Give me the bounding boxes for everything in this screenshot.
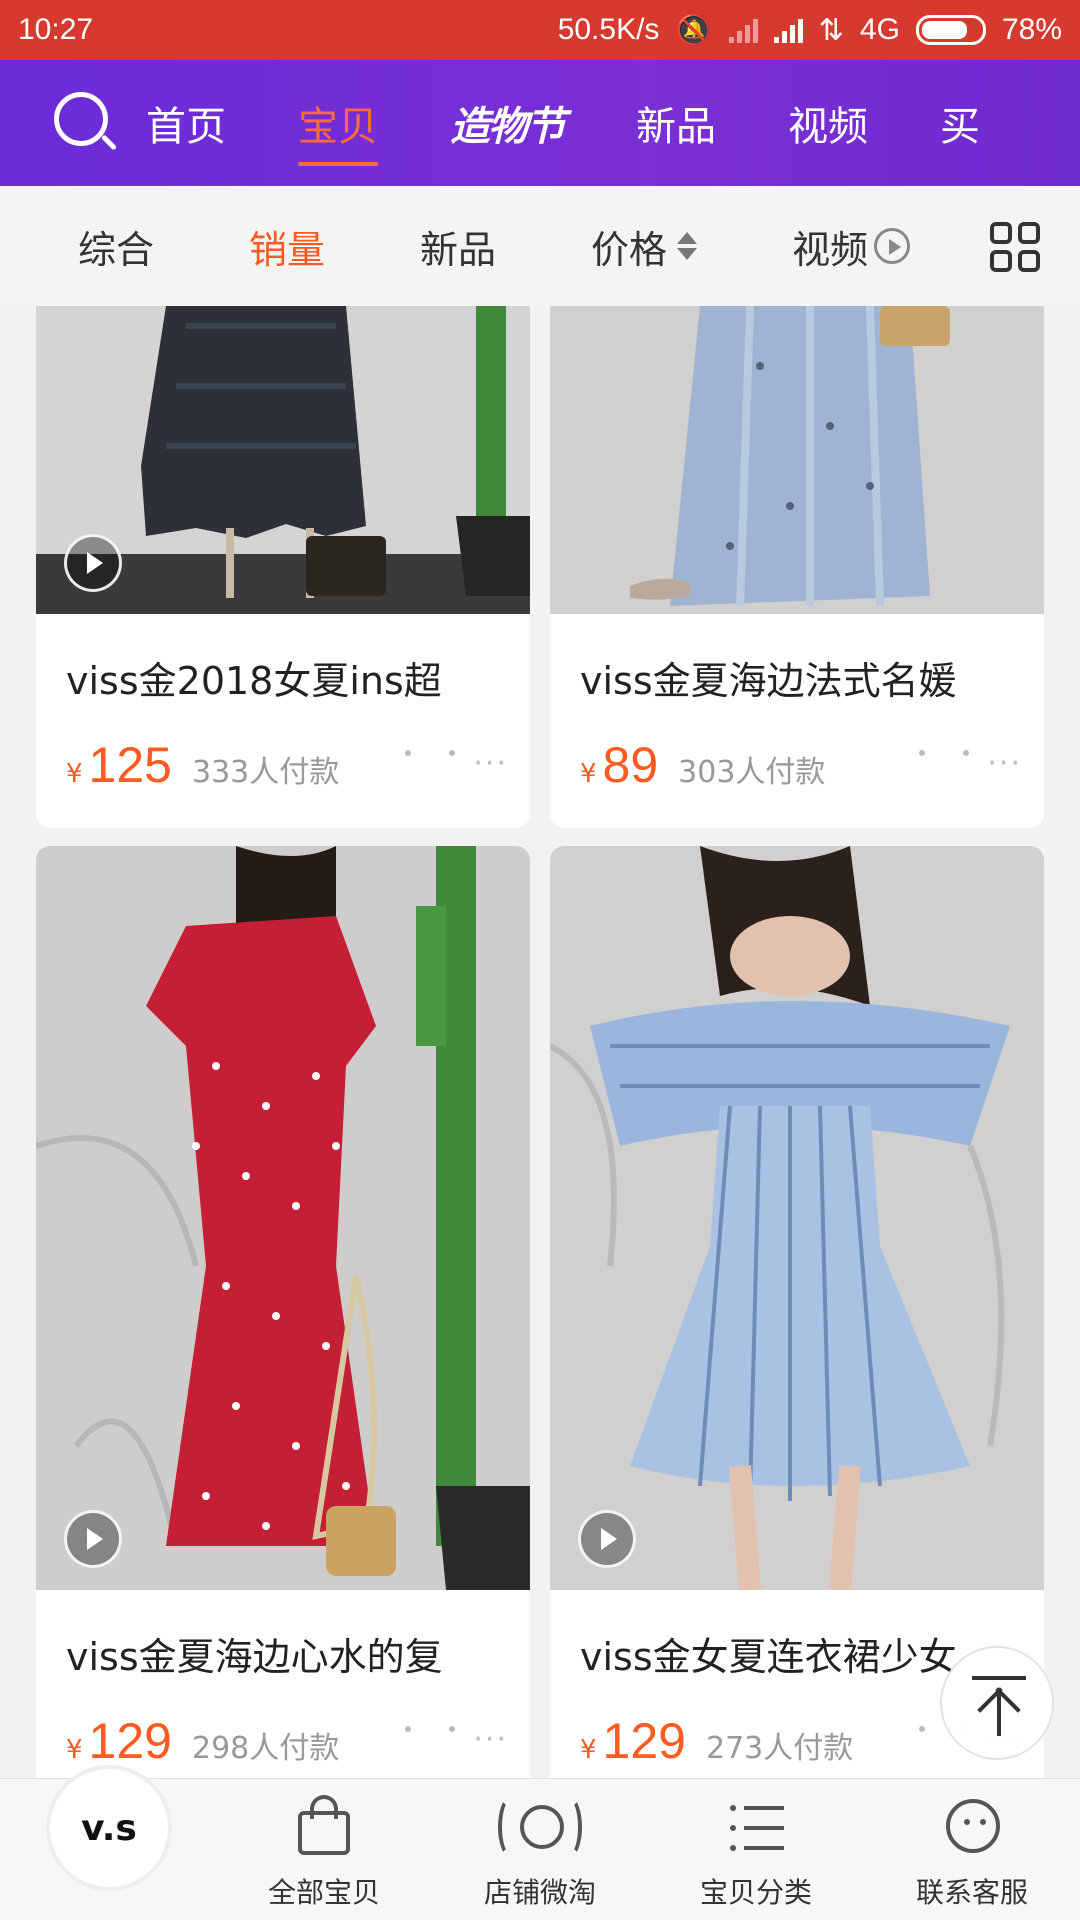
currency-symbol: ¥	[66, 759, 83, 789]
sort-bar: 综合 销量 新品 价格 视频	[0, 186, 1080, 306]
mute-bell-icon: 🔕	[675, 13, 713, 47]
sort-price[interactable]: 价格	[591, 219, 698, 274]
more-options-icon[interactable]: ···	[473, 1722, 508, 1757]
data-arrows-icon: ⇅	[818, 13, 844, 47]
nav-categories-label: 宝贝分类	[699, 1876, 812, 1909]
product-title: viss金夏海边法式名媛	[580, 659, 957, 703]
scroll-to-top-button[interactable]	[940, 1646, 1054, 1760]
sales-count: 298人付款	[191, 1731, 340, 1766]
product-image	[36, 846, 530, 1590]
sales-count: 273人付款	[705, 1731, 854, 1766]
more-options-icon[interactable]: ···	[473, 746, 508, 781]
product-image	[550, 306, 1044, 614]
more-options-icon[interactable]: ···	[987, 746, 1022, 781]
sales-count: 303人付款	[678, 755, 826, 790]
play-circle-icon	[874, 228, 911, 264]
status-time: 10:27	[18, 13, 94, 46]
video-badge-icon[interactable]	[578, 1510, 636, 1568]
tab-new[interactable]: 新品	[636, 94, 716, 152]
grid-view-icon[interactable]	[990, 222, 1040, 272]
product-title: viss金夏海边心水的复	[66, 1635, 443, 1679]
product-title: viss金女夏连衣裙少女	[580, 1635, 957, 1679]
currency-symbol: ¥	[66, 1735, 83, 1765]
list-icon	[656, 1793, 856, 1863]
product-card[interactable]: viss金夏海边心水的复 ¥ 129 298人付款 ···	[36, 846, 530, 1778]
search-icon[interactable]	[50, 88, 120, 158]
nav-customer-service[interactable]: 联系客服	[872, 1793, 1072, 1911]
sort-video-label: 视频	[792, 227, 869, 272]
signal-sim2-icon	[773, 17, 803, 43]
dots-decoration	[405, 1726, 455, 1732]
product-image	[550, 846, 1044, 1590]
product-card[interactable]: viss金夏海边法式名媛 ¥ 89 303人付款 ···	[550, 306, 1044, 828]
bottom-nav: v.s 全部宝贝 店铺微淘 宝贝分类 联系客服	[0, 1769, 1080, 1920]
battery-percent: 78%	[1001, 13, 1062, 46]
product-price: 89	[602, 737, 659, 793]
sort-price-label: 价格	[591, 227, 668, 272]
customer-service-face-icon	[872, 1793, 1072, 1863]
currency-symbol: ¥	[580, 1735, 597, 1765]
nav-tabs: 首页 宝贝 造物节 新品 视频 买	[146, 94, 1052, 166]
nav-shop-feed-label: 店铺微淘	[483, 1876, 596, 1909]
status-bar: 10:27 50.5K/s 🔕 ⇅ 4G 78%	[0, 0, 1080, 60]
sort-arrows-icon	[677, 232, 698, 260]
video-badge-icon[interactable]	[64, 1510, 122, 1568]
sort-sales[interactable]: 销量	[249, 219, 325, 274]
network-speed: 50.5K/s	[557, 13, 660, 46]
product-title: viss金2018女夏ins超	[66, 659, 442, 703]
network-type: 4G	[859, 13, 900, 46]
price-row: ¥ 125 333人付款	[66, 736, 339, 794]
product-card[interactable]: viss金2018女夏ins超 ¥ 125 333人付款 ···	[36, 306, 530, 828]
tab-festival[interactable]: 造物节	[450, 94, 566, 152]
sort-video[interactable]: 视频	[792, 219, 911, 274]
sort-new[interactable]: 新品	[420, 219, 496, 274]
price-row: ¥ 129 298人付款	[66, 1712, 339, 1770]
product-price: 129	[602, 1713, 686, 1769]
nav-fade-overlay	[1020, 60, 1080, 186]
nav-categories[interactable]: 宝贝分类	[656, 1793, 856, 1911]
tab-home[interactable]: 首页	[146, 94, 226, 152]
signal-sim1-icon	[728, 17, 758, 43]
sort-comprehensive[interactable]: 综合	[78, 219, 154, 274]
tab-buyer-show[interactable]: 买	[940, 94, 980, 152]
product-price: 125	[88, 737, 172, 793]
price-row: ¥ 129 273人付款	[580, 1712, 853, 1770]
broadcast-icon	[440, 1793, 640, 1863]
price-row: ¥ 89 303人付款	[580, 736, 825, 794]
battery-icon	[915, 15, 986, 45]
nav-shop-feed[interactable]: 店铺微淘	[440, 1793, 640, 1911]
dots-decoration	[405, 750, 455, 756]
currency-symbol: ¥	[580, 759, 597, 789]
product-card[interactable]: viss金女夏连衣裙少女 ¥ 129 273人付款 ···	[550, 846, 1044, 1778]
video-badge-icon[interactable]	[64, 534, 122, 592]
nav-all-items[interactable]: 全部宝贝	[224, 1793, 424, 1911]
tab-video[interactable]: 视频	[788, 94, 868, 152]
status-right: 50.5K/s 🔕 ⇅ 4G 78%	[558, 13, 1062, 48]
nav-customer-service-label: 联系客服	[915, 1876, 1028, 1909]
nav-all-items-label: 全部宝贝	[267, 1876, 380, 1909]
sales-count: 333人付款	[191, 755, 340, 790]
product-price: 129	[88, 1713, 172, 1769]
dots-decoration	[919, 750, 969, 756]
shopping-bag-icon	[224, 1793, 424, 1863]
tab-items[interactable]: 宝贝	[298, 94, 378, 166]
shop-logo[interactable]: v.s	[50, 1769, 168, 1887]
shop-top-nav: 首页 宝贝 造物节 新品 视频 买	[0, 60, 1080, 186]
